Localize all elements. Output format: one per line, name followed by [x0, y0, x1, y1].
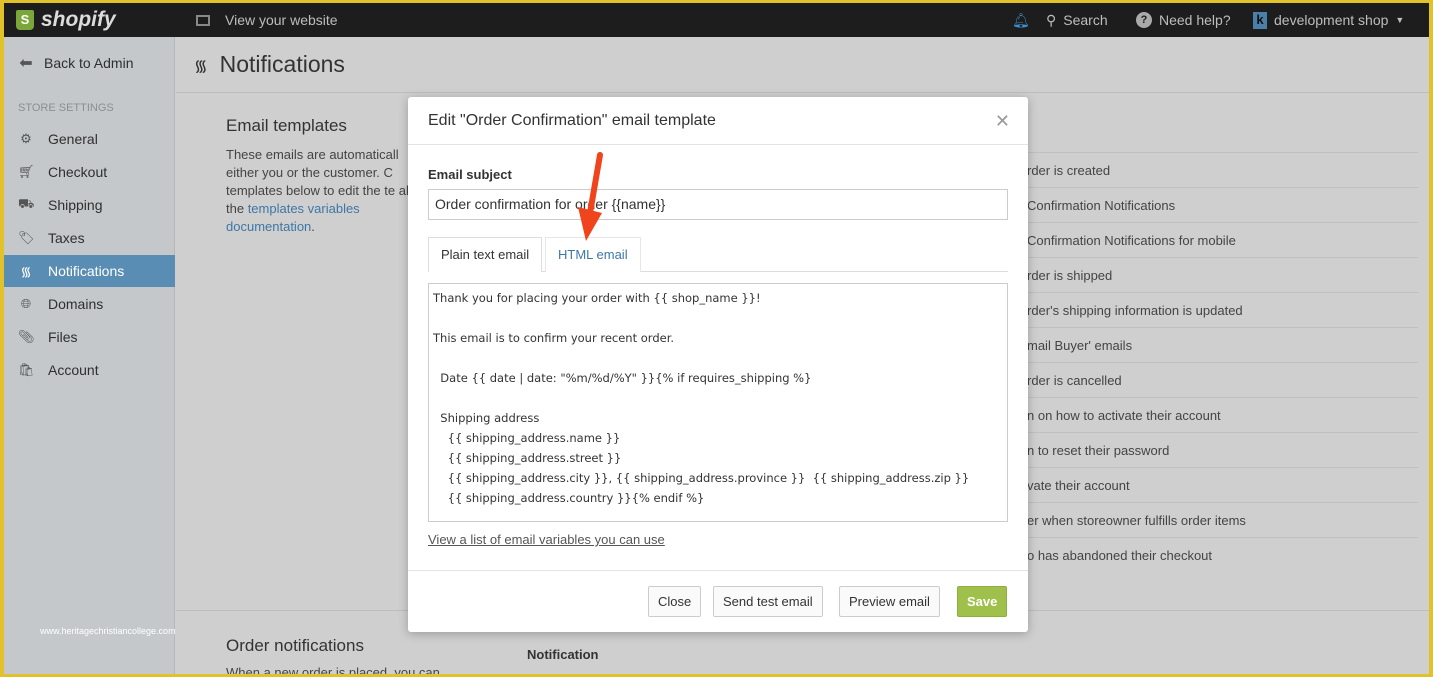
template-row[interactable]: rder is shipped: [1027, 257, 1418, 292]
sidebar: ⬅ Back to Admin STORE SETTINGS ⚙ General 🛒︎…: [4, 37, 175, 674]
search-button[interactable]: ⚲ Search: [1046, 3, 1108, 37]
notification-column-header: Notification: [527, 647, 599, 662]
sidebar-item-label: Files: [48, 329, 78, 345]
chevron-down-icon: ▼: [1395, 15, 1405, 25]
template-row[interactable]: rder's shipping information is updated: [1027, 292, 1418, 327]
template-row[interactable]: n on how to activate their account: [1027, 397, 1418, 432]
template-row[interactable]: rder is cancelled: [1027, 362, 1418, 397]
help-button[interactable]: ? Need help?: [1136, 3, 1231, 37]
shopify-bag-icon: S: [16, 10, 34, 30]
email-variables-link[interactable]: View a list of email variables you can u…: [428, 532, 665, 547]
tab-plain-text[interactable]: Plain text email: [428, 237, 543, 272]
order-notifications-text: When a new order is placed, you can: [226, 665, 440, 674]
email-templates-title: Email templates: [226, 116, 347, 135]
bag-icon: 🛍︎: [18, 362, 35, 377]
search-label: Search: [1063, 12, 1108, 28]
template-row[interactable]: Confirmation Notifications: [1027, 187, 1418, 222]
shopify-logo[interactable]: Sshopify: [16, 3, 116, 37]
sidebar-item-notifications[interactable]: ᯾ Notifications: [4, 255, 175, 287]
cart-icon: 🛒︎: [18, 164, 35, 179]
sidebar-item-shipping[interactable]: ⛟ Shipping: [4, 189, 175, 221]
tag-icon: 🏷︎: [18, 230, 35, 245]
view-website-label: View your website: [225, 12, 338, 28]
template-row[interactable]: er when storeowner fulfills order items: [1027, 502, 1418, 537]
sidebar-item-label: Notifications: [48, 263, 125, 279]
description-end: .: [311, 219, 315, 234]
back-label: Back to Admin: [44, 55, 134, 71]
notifications-bell-icon[interactable]: 🔔︎: [1012, 3, 1030, 37]
email-subject-label: Email subject: [428, 167, 512, 182]
wifi-icon: ᯾: [194, 57, 208, 75]
modal-footer: Close Send test email Preview email Save: [408, 570, 1028, 632]
template-row[interactable]: vate their account: [1027, 467, 1418, 502]
template-row[interactable]: n to reset their password: [1027, 432, 1418, 467]
template-row[interactable]: Confirmation Notifications for mobile: [1027, 222, 1418, 257]
top-bar: Sshopify View your website 🔔︎ ⚲ Search ? N…: [4, 3, 1429, 37]
email-templates-description: These emails are automaticall either you…: [226, 146, 426, 236]
brand-name: shopify: [41, 8, 116, 31]
sidebar-item-domains[interactable]: 🌐︎ Domains: [4, 288, 175, 320]
sidebar-item-label: Checkout: [48, 164, 108, 180]
template-row[interactable]: rder is created: [1027, 152, 1418, 187]
sidebar-item-label: Domains: [48, 296, 104, 312]
view-website-link[interactable]: View your website: [196, 3, 338, 37]
window-icon: [196, 14, 210, 26]
shop-name: development shop: [1274, 12, 1389, 28]
edit-template-modal: Edit "Order Confirmation" email template…: [408, 97, 1028, 632]
back-to-admin-link[interactable]: ⬅ Back to Admin: [4, 47, 175, 79]
sidebar-item-taxes[interactable]: 🏷︎ Taxes: [4, 222, 175, 254]
send-test-email-button[interactable]: Send test email: [713, 586, 823, 617]
order-notifications-title: Order notifications: [226, 636, 364, 655]
red-arrow-annotation: [578, 152, 603, 241]
sidebar-item-label: Taxes: [48, 230, 85, 246]
search-icon: ⚲: [1046, 11, 1057, 28]
sidebar-item-account[interactable]: 🛍︎ Account: [4, 354, 175, 386]
sidebar-item-checkout[interactable]: 🛒︎ Checkout: [4, 156, 175, 188]
page-title: Notifications: [219, 51, 345, 77]
help-icon: ?: [1136, 12, 1152, 28]
sidebar-item-general[interactable]: ⚙ General: [4, 123, 175, 155]
sidebar-item-label: Shipping: [48, 197, 103, 213]
shop-avatar: k: [1253, 11, 1267, 29]
arrow-left-icon: ⬅: [19, 55, 33, 72]
watermark: www.heritagechristiancollege.com: [40, 626, 176, 636]
truck-icon: ⛟: [18, 196, 35, 211]
help-label: Need help?: [1159, 12, 1231, 28]
shop-menu[interactable]: k development shop ▼: [1253, 3, 1404, 37]
close-icon[interactable]: ✕: [995, 111, 1010, 132]
paperclip-icon: 📎︎: [18, 329, 35, 344]
preview-email-button[interactable]: Preview email: [839, 586, 940, 617]
modal-title: Edit "Order Confirmation" email template: [408, 97, 1028, 145]
email-subject-input[interactable]: Order confirmation for order {{name}}: [428, 189, 1008, 220]
wifi-icon: ᯾: [20, 264, 32, 279]
sidebar-item-label: General: [48, 131, 98, 147]
close-button[interactable]: Close: [648, 586, 702, 617]
section-heading: STORE SETTINGS: [18, 102, 114, 114]
globe-icon: 🌐︎: [20, 296, 32, 311]
app: Sshopify View your website 🔔︎ ⚲ Search ? N…: [4, 3, 1429, 674]
gear-icon: ⚙: [20, 131, 32, 146]
email-tabs: Plain text email HTML email: [428, 237, 1008, 272]
template-row[interactable]: o has abandoned their checkout: [1027, 537, 1418, 572]
sidebar-item-files[interactable]: 📎︎ Files: [4, 321, 175, 353]
save-button[interactable]: Save: [957, 586, 1008, 617]
sidebar-item-label: Account: [48, 362, 99, 378]
email-body-textarea[interactable]: Thank you for placing your order with {{…: [428, 283, 1008, 522]
page-header: ᯾ Notifications: [176, 37, 1429, 93]
template-row[interactable]: mail Buyer' emails: [1027, 327, 1418, 362]
